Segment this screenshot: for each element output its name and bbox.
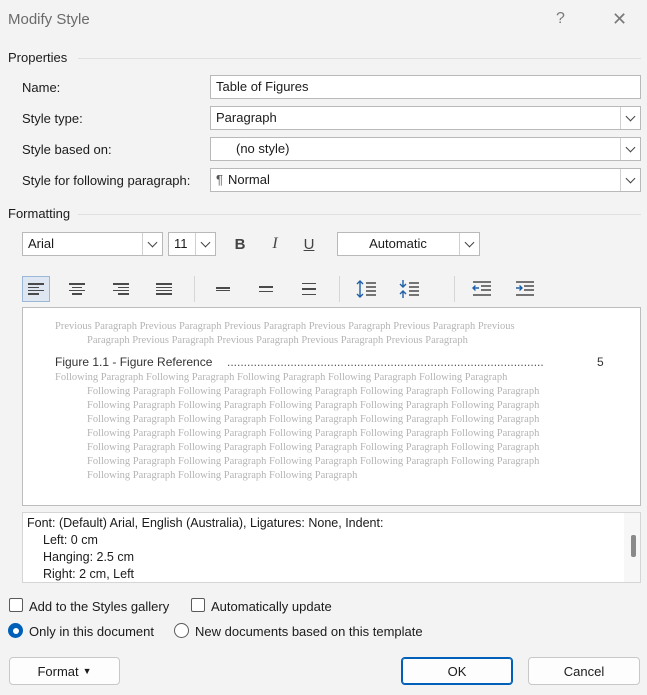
properties-divider xyxy=(78,58,641,59)
scrollbar-thumb[interactable] xyxy=(631,535,636,557)
single-spacing-button[interactable] xyxy=(209,276,237,302)
style-type-label: Style type: xyxy=(22,111,83,126)
align-left-button[interactable] xyxy=(22,276,50,302)
preview-following-line: Following Paragraph Following Paragraph … xyxy=(87,400,540,411)
chevron-down-icon xyxy=(620,107,640,129)
align-center-button[interactable] xyxy=(63,276,91,302)
new-documents-radio[interactable] xyxy=(174,623,189,638)
toolbar-separator xyxy=(194,276,195,302)
caret-down-icon: ▼ xyxy=(82,666,92,676)
italic-button[interactable]: I xyxy=(263,232,287,256)
preview-previous-line: Previous Paragraph Previous Paragraph Pr… xyxy=(55,321,515,332)
preview-tab-leader: ........................................… xyxy=(227,355,544,369)
font-value: Arial xyxy=(28,236,55,251)
align-right-button[interactable] xyxy=(107,276,135,302)
one-half-spacing-button[interactable] xyxy=(252,276,280,302)
font-select[interactable]: Arial xyxy=(22,232,163,256)
preview-following-line: Following Paragraph Following Paragraph … xyxy=(87,456,540,467)
style-description: Font: (Default) Arial, English (Australi… xyxy=(22,512,641,583)
cancel-button[interactable]: Cancel xyxy=(528,657,640,685)
add-to-gallery-checkbox[interactable] xyxy=(9,598,23,612)
font-color-value: Automatic xyxy=(369,236,427,251)
align-left-icon xyxy=(28,283,44,295)
auto-update-checkbox[interactable] xyxy=(191,598,205,612)
chevron-down-icon xyxy=(459,233,479,255)
align-center-icon xyxy=(69,283,85,295)
preview-following-line: Following Paragraph Following Paragraph … xyxy=(87,414,540,425)
help-icon[interactable]: ? xyxy=(556,10,565,28)
increase-indent-icon xyxy=(516,281,534,296)
bold-button[interactable]: B xyxy=(228,232,252,256)
preview-sample-text: Figure 1.1 - Figure Reference xyxy=(55,355,213,369)
add-to-gallery-label[interactable]: Add to the Styles gallery xyxy=(29,599,169,614)
ok-button[interactable]: OK xyxy=(401,657,513,685)
following-value: Normal xyxy=(227,172,270,187)
formatting-heading: Formatting xyxy=(8,206,71,221)
preview-following-line: Following Paragraph Following Paragraph … xyxy=(87,386,540,397)
increase-paragraph-spacing-icon xyxy=(356,280,376,298)
decrease-spacing-button[interactable] xyxy=(396,276,424,302)
title-bar: Modify Style ? ✕ xyxy=(0,0,647,40)
dialog-title: Modify Style xyxy=(8,11,90,28)
description-line: Font: (Default) Arial, English (Australi… xyxy=(27,516,384,530)
close-icon[interactable]: ✕ xyxy=(612,9,627,30)
preview-following-line: Following Paragraph Following Paragraph … xyxy=(87,428,540,439)
following-label: Style for following paragraph: xyxy=(22,173,191,188)
pilcrow-icon: ¶ xyxy=(216,172,223,187)
formatting-divider xyxy=(78,214,641,215)
based-on-value: (no style) xyxy=(236,141,290,156)
increase-spacing-button[interactable] xyxy=(353,276,381,302)
preview-following-line: Following Paragraph Following Paragraph … xyxy=(87,442,540,453)
single-spacing-icon xyxy=(216,287,230,291)
preview-following-line: Following Paragraph Following Paragraph … xyxy=(55,372,508,383)
style-type-value: Paragraph xyxy=(216,110,277,125)
double-spacing-icon xyxy=(302,282,316,296)
only-document-radio[interactable] xyxy=(8,623,23,638)
preview-previous-line: Paragraph Previous Paragraph Previous Pa… xyxy=(87,335,468,346)
decrease-indent-icon xyxy=(472,281,491,296)
preview-following-line: Following Paragraph Following Paragraph … xyxy=(87,470,358,481)
toolbar-separator xyxy=(454,276,455,302)
new-documents-label[interactable]: New documents based on this template xyxy=(195,624,423,639)
following-select[interactable]: ¶ Normal xyxy=(210,168,641,192)
based-on-select[interactable]: (no style) xyxy=(210,137,641,161)
decrease-indent-button[interactable] xyxy=(468,276,496,302)
font-color-select[interactable]: Automatic xyxy=(337,232,480,256)
increase-indent-button[interactable] xyxy=(511,276,539,302)
description-line: Left: 0 cm xyxy=(43,533,98,547)
chevron-down-icon xyxy=(620,169,640,191)
name-input[interactable]: Table of Figures xyxy=(210,75,641,99)
double-spacing-button[interactable] xyxy=(295,276,323,302)
one-half-spacing-icon xyxy=(259,286,273,292)
chevron-down-icon xyxy=(195,233,215,255)
justify-button[interactable] xyxy=(150,276,178,302)
font-size-value: 11 xyxy=(174,236,188,251)
name-label: Name: xyxy=(22,80,61,95)
format-button[interactable]: Format ▼ xyxy=(9,657,120,685)
font-size-select[interactable]: 11 xyxy=(168,232,216,256)
auto-update-label[interactable]: Automatically update xyxy=(211,599,332,614)
based-on-label: Style based on: xyxy=(22,142,112,157)
justify-icon xyxy=(156,283,172,295)
style-preview: Previous Paragraph Previous Paragraph Pr… xyxy=(22,307,641,506)
preview-page-number: 5 xyxy=(597,355,604,369)
underline-button[interactable]: U xyxy=(297,232,321,256)
chevron-down-icon xyxy=(142,233,162,255)
only-document-label[interactable]: Only in this document xyxy=(29,624,154,639)
properties-heading: Properties xyxy=(8,50,68,65)
description-line: Hanging: 2.5 cm xyxy=(43,550,135,564)
align-right-icon xyxy=(113,283,129,295)
description-scrollbar[interactable] xyxy=(624,513,640,582)
chevron-down-icon xyxy=(620,138,640,160)
style-type-select[interactable]: Paragraph xyxy=(210,106,641,130)
description-line: Right: 2 cm, Left xyxy=(43,567,135,581)
decrease-paragraph-spacing-icon xyxy=(399,280,419,298)
format-button-label: Format xyxy=(37,663,79,679)
toolbar-separator xyxy=(339,276,340,302)
